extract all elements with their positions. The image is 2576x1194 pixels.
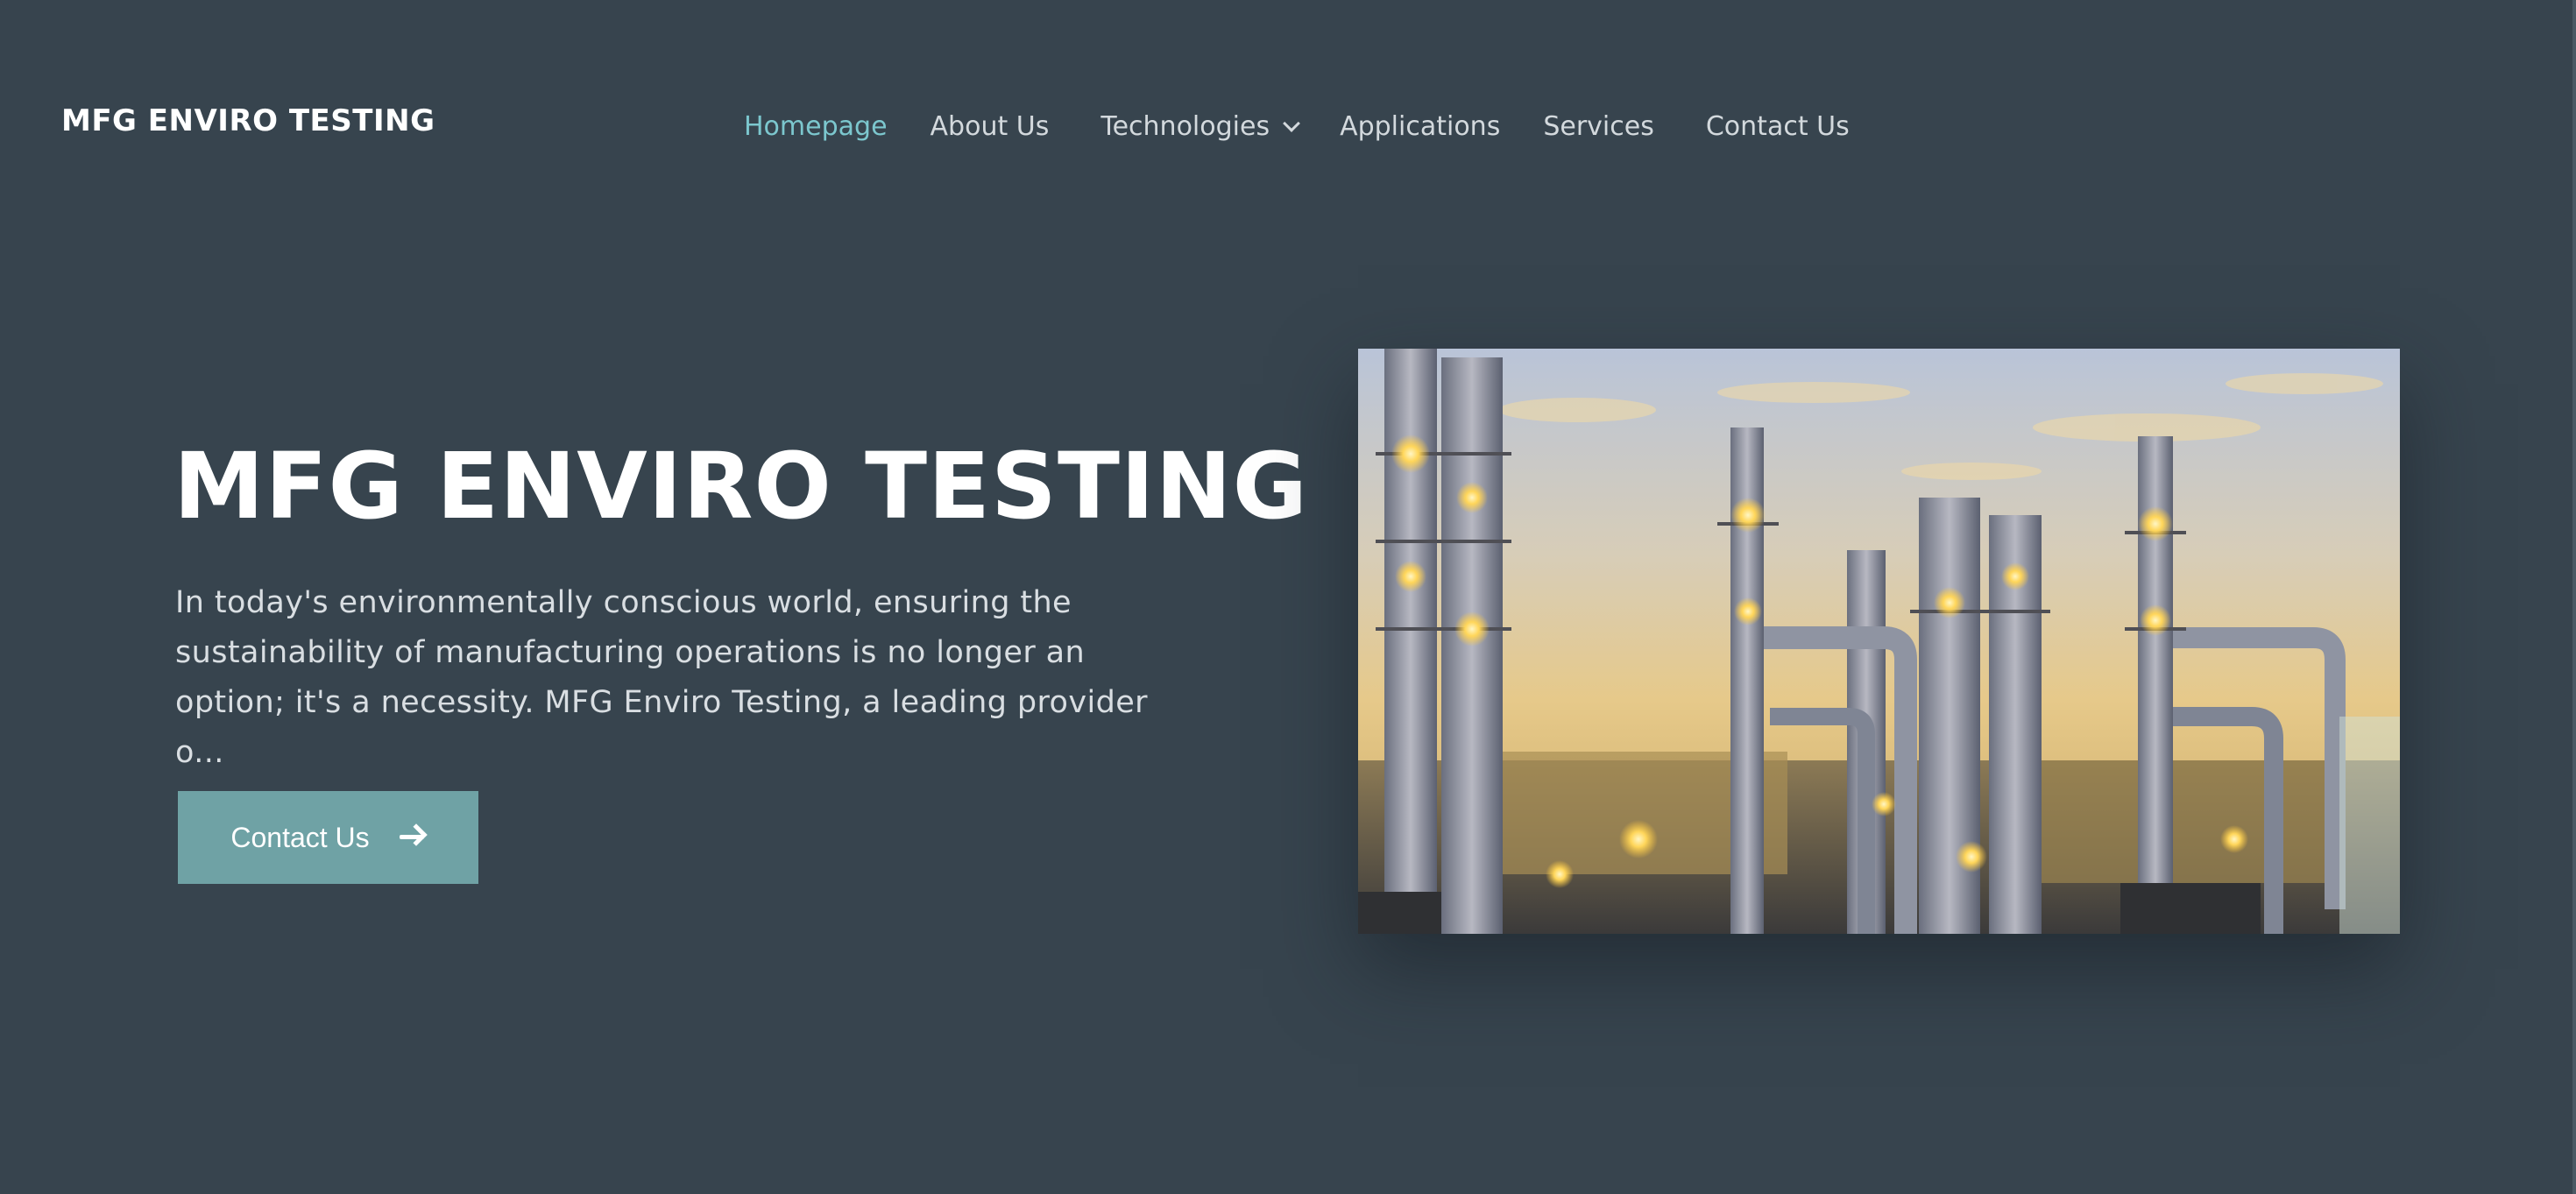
chevron-down-icon — [1283, 115, 1300, 132]
contact-us-button-label: Contact Us — [230, 821, 370, 853]
site-logo[interactable]: MFG ENVIRO TESTING — [61, 103, 435, 138]
nav-item-technologies-label: Technologies — [1100, 110, 1270, 142]
hero-description: In today's environmentally conscious wor… — [175, 585, 1148, 770]
nav-item-homepage[interactable]: Homepage — [744, 111, 888, 142]
nav-item-contact-us[interactable]: Contact Us — [1706, 111, 1850, 142]
hero-title: MFG ENVIRO TESTING — [173, 433, 1308, 540]
contact-us-button[interactable]: Contact Us — [178, 791, 478, 884]
nav-item-technologies[interactable]: Technologies — [1100, 110, 1300, 142]
nav-item-applications[interactable]: Applications — [1340, 111, 1500, 142]
page: MFG ENVIRO TESTING Homepage About Us Tec… — [0, 0, 2576, 1194]
nav-item-about-us[interactable]: About Us — [931, 111, 1050, 142]
arrow-right-icon — [399, 823, 428, 850]
nav-item-services[interactable]: Services — [1543, 111, 1654, 142]
main-nav: Homepage About Us Technologies Applicati… — [744, 109, 1893, 144]
refinery-at-dusk-image — [1358, 349, 2400, 934]
